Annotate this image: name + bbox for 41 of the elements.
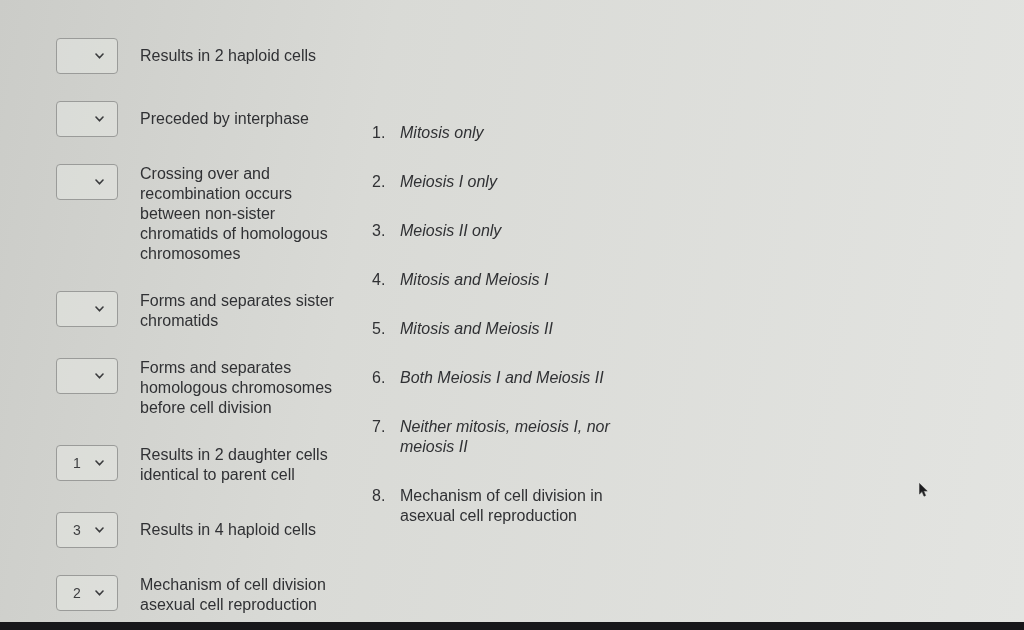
answer-option-text: Neither mitosis, meiosis I, nor meiosis II	[400, 417, 612, 457]
chevron-down-icon	[95, 460, 104, 466]
list-number: 3.	[372, 221, 387, 241]
chevron-down-icon	[95, 306, 104, 312]
question-text: Crossing over and recombination occurs between non-sister chromatids of homologous chromosomes	[140, 164, 329, 264]
question-text: Results in 2 haploid cells	[140, 46, 318, 66]
dropdown[interactable]	[56, 164, 118, 200]
chevron-down-icon	[95, 116, 104, 122]
question-text: Mechanism of cell division asexual cell reproduction	[140, 575, 327, 615]
dropdown[interactable]	[56, 291, 118, 327]
dropdown[interactable]: 3	[56, 512, 118, 548]
answer-option-text: Mitosis and Meiosis II	[400, 319, 554, 339]
dropdown[interactable]	[56, 101, 118, 137]
dropdown[interactable]: 1	[56, 445, 118, 481]
list-number: 1.	[372, 123, 387, 143]
answer-option-text: Mechanism of cell division in asexual cell reproduction	[400, 486, 604, 526]
question-text: Preceded by interphase	[140, 109, 310, 129]
answer-option-text: Meiosis II only	[400, 221, 503, 241]
chevron-down-icon	[95, 179, 104, 185]
question-text: Results in 4 haploid cells	[140, 520, 318, 540]
dropdown[interactable]	[56, 38, 118, 74]
question-text: Forms and separates sister chromatids	[140, 291, 335, 331]
question-text: Forms and separates homologous chromosomes before cell division	[140, 358, 334, 418]
chevron-down-icon	[95, 373, 104, 379]
list-number: 7.	[372, 417, 387, 437]
list-number: 5.	[372, 319, 387, 339]
question-text: Results in 2 daughter cells identical to parent cell	[140, 445, 329, 485]
chevron-down-icon	[95, 527, 104, 533]
dropdown[interactable]	[56, 358, 118, 394]
answer-option-text: Both Meiosis I and Meiosis II	[400, 368, 605, 388]
chevron-down-icon	[95, 53, 104, 59]
list-number: 6.	[372, 368, 387, 388]
answer-option-text: Mitosis and Meiosis I	[400, 270, 550, 290]
list-number: 4.	[372, 270, 387, 290]
answer-option-text: Meiosis I only	[400, 172, 499, 192]
mouse-pointer-icon	[919, 483, 928, 497]
chevron-down-icon	[95, 590, 104, 596]
list-number: 8.	[372, 486, 387, 506]
list-number: 2.	[372, 172, 387, 192]
answer-option-text: Mitosis only	[400, 123, 485, 143]
dropdown[interactable]: 2	[56, 575, 118, 611]
